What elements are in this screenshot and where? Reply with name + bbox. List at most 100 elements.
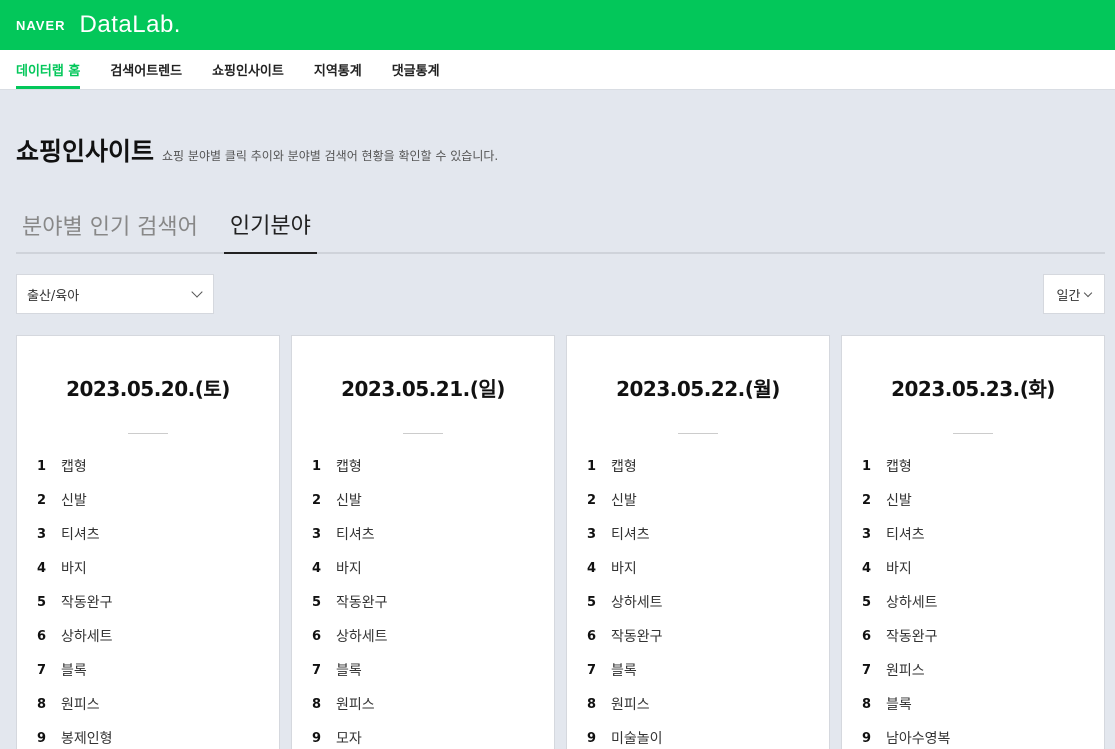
list-item[interactable]: 2 신발 — [587, 483, 829, 517]
ranking-card: 2023.05.22.(월) 1 캡형 2 신발 3 티셔츠 4 바지 5 상하세트 6 작동완구 7 블록… — [566, 335, 830, 749]
category-name-link[interactable]: 원피스 — [336, 694, 375, 714]
rank-number: 9 — [862, 730, 872, 746]
list-item[interactable]: 9 미술놀이 — [587, 721, 829, 749]
category-name-link[interactable]: 캡형 — [336, 456, 362, 476]
list-item[interactable]: 3 티셔츠 — [312, 517, 554, 551]
list-item[interactable]: 3 티셔츠 — [587, 517, 829, 551]
category-name-link[interactable]: 블록 — [336, 660, 362, 680]
category-name-link[interactable]: 봉제인형 — [61, 728, 113, 748]
nav-item-shopping-insight[interactable]: 쇼핑인사이트 — [212, 50, 284, 89]
rank-number: 8 — [862, 696, 872, 712]
list-item[interactable]: 7 원피스 — [862, 653, 1104, 687]
list-item[interactable]: 2 신발 — [312, 483, 554, 517]
list-item[interactable]: 6 상하세트 — [312, 619, 554, 653]
rank-list: 1 캡형 2 신발 3 티셔츠 4 바지 5 상하세트 6 작동완구 7 원피스 8 블록 9 남아수영복 — [842, 449, 1104, 749]
rank-number: 8 — [312, 696, 322, 712]
category-name-link[interactable]: 미술놀이 — [611, 728, 663, 748]
category-name-link[interactable]: 원피스 — [886, 660, 925, 680]
list-item[interactable]: 7 블록 — [37, 653, 279, 687]
list-item[interactable]: 1 캡형 — [312, 449, 554, 483]
card-date: 2023.05.20.(토) — [66, 377, 230, 401]
list-item[interactable]: 9 봉제인형 — [37, 721, 279, 749]
list-item[interactable]: 6 상하세트 — [37, 619, 279, 653]
category-name-link[interactable]: 상하세트 — [336, 626, 388, 646]
tab-popular-keywords[interactable]: 분야별 인기 검색어 — [16, 196, 204, 254]
category-name-link[interactable]: 작동완구 — [336, 592, 388, 612]
list-item[interactable]: 5 작동완구 — [37, 585, 279, 619]
category-name-link[interactable]: 신발 — [336, 490, 362, 510]
category-name-link[interactable]: 티셔츠 — [61, 524, 100, 544]
ranking-card: 2023.05.23.(화) 1 캡형 2 신발 3 티셔츠 4 바지 5 상하세트 6 작동완구 7 원피… — [841, 335, 1105, 749]
list-item[interactable]: 5 상하세트 — [862, 585, 1104, 619]
list-item[interactable]: 4 바지 — [37, 551, 279, 585]
rank-number: 1 — [862, 458, 872, 474]
list-item[interactable]: 6 작동완구 — [862, 619, 1104, 653]
category-name-link[interactable]: 상하세트 — [886, 592, 938, 612]
nav-item-comment-stats[interactable]: 댓글통계 — [392, 50, 440, 89]
period-select[interactable]: 일간 — [1043, 274, 1105, 314]
tab-popular-categories[interactable]: 인기분야 — [223, 196, 317, 254]
list-item[interactable]: 4 바지 — [312, 551, 554, 585]
list-item[interactable]: 1 캡형 — [587, 449, 829, 483]
page-heading: 쇼핑인사이트 쇼핑 분야별 클릭 추이와 분야별 검색어 현황을 확인할 수 있… — [16, 132, 1105, 168]
category-name-link[interactable]: 블록 — [611, 660, 637, 680]
category-name-link[interactable]: 남아수영복 — [886, 728, 950, 748]
list-item[interactable]: 8 원피스 — [587, 687, 829, 721]
category-name-link[interactable]: 신발 — [611, 490, 637, 510]
category-name-link[interactable]: 티셔츠 — [336, 524, 375, 544]
list-item[interactable]: 3 티셔츠 — [862, 517, 1104, 551]
category-name-link[interactable]: 작동완구 — [611, 626, 663, 646]
category-name-link[interactable]: 신발 — [61, 490, 87, 510]
list-item[interactable]: 2 신발 — [37, 483, 279, 517]
category-name-link[interactable]: 티셔츠 — [611, 524, 650, 544]
list-item[interactable]: 6 작동완구 — [587, 619, 829, 653]
list-item[interactable]: 2 신발 — [862, 483, 1104, 517]
list-item[interactable]: 8 블록 — [862, 687, 1104, 721]
category-name-link[interactable]: 바지 — [886, 558, 912, 578]
category-name-link[interactable]: 상하세트 — [611, 592, 663, 612]
rank-number: 6 — [312, 628, 322, 644]
list-item[interactable]: 7 블록 — [587, 653, 829, 687]
list-item[interactable]: 3 티셔츠 — [37, 517, 279, 551]
nav-item-search-trend[interactable]: 검색어트렌드 — [110, 50, 182, 89]
list-item[interactable]: 5 상하세트 — [587, 585, 829, 619]
datalab-logo[interactable]: DataLab. — [80, 11, 181, 39]
category-name-link[interactable]: 바지 — [611, 558, 637, 578]
list-item[interactable]: 4 바지 — [587, 551, 829, 585]
chevron-down-icon — [191, 286, 203, 298]
nav-item-datalab-home[interactable]: 데이터랩 홈 — [16, 50, 81, 89]
category-name-link[interactable]: 바지 — [336, 558, 362, 578]
top-bar: NAVER DataLab. — [0, 0, 1115, 50]
nav-item-regional-stats[interactable]: 지역통계 — [314, 50, 362, 89]
category-name-link[interactable]: 상하세트 — [61, 626, 113, 646]
category-name-link[interactable]: 블록 — [61, 660, 87, 680]
rank-number: 3 — [312, 526, 322, 542]
category-name-link[interactable]: 원피스 — [61, 694, 100, 714]
list-item[interactable]: 1 캡형 — [862, 449, 1104, 483]
category-name-link[interactable]: 캡형 — [61, 456, 87, 476]
list-item[interactable]: 9 남아수영복 — [862, 721, 1104, 749]
category-name-link[interactable]: 블록 — [886, 694, 912, 714]
rank-number: 2 — [37, 492, 47, 508]
list-item[interactable]: 9 모자 — [312, 721, 554, 749]
category-name-link[interactable]: 원피스 — [611, 694, 650, 714]
period-select-value: 일간 — [1056, 288, 1081, 304]
category-name-link[interactable]: 신발 — [886, 490, 912, 510]
list-item[interactable]: 1 캡형 — [37, 449, 279, 483]
list-item[interactable]: 5 작동완구 — [312, 585, 554, 619]
category-select[interactable]: 출산/육아 — [16, 274, 214, 314]
divider — [128, 433, 168, 434]
category-name-link[interactable]: 모자 — [336, 728, 362, 748]
category-name-link[interactable]: 캡형 — [886, 456, 912, 476]
category-name-link[interactable]: 작동완구 — [886, 626, 938, 646]
list-item[interactable]: 7 블록 — [312, 653, 554, 687]
list-item[interactable]: 8 원피스 — [37, 687, 279, 721]
category-name-link[interactable]: 티셔츠 — [886, 524, 925, 544]
rank-number: 8 — [37, 696, 47, 712]
category-name-link[interactable]: 캡형 — [611, 456, 637, 476]
list-item[interactable]: 4 바지 — [862, 551, 1104, 585]
naver-logo[interactable]: NAVER — [16, 18, 66, 33]
list-item[interactable]: 8 원피스 — [312, 687, 554, 721]
category-name-link[interactable]: 작동완구 — [61, 592, 113, 612]
category-name-link[interactable]: 바지 — [61, 558, 87, 578]
